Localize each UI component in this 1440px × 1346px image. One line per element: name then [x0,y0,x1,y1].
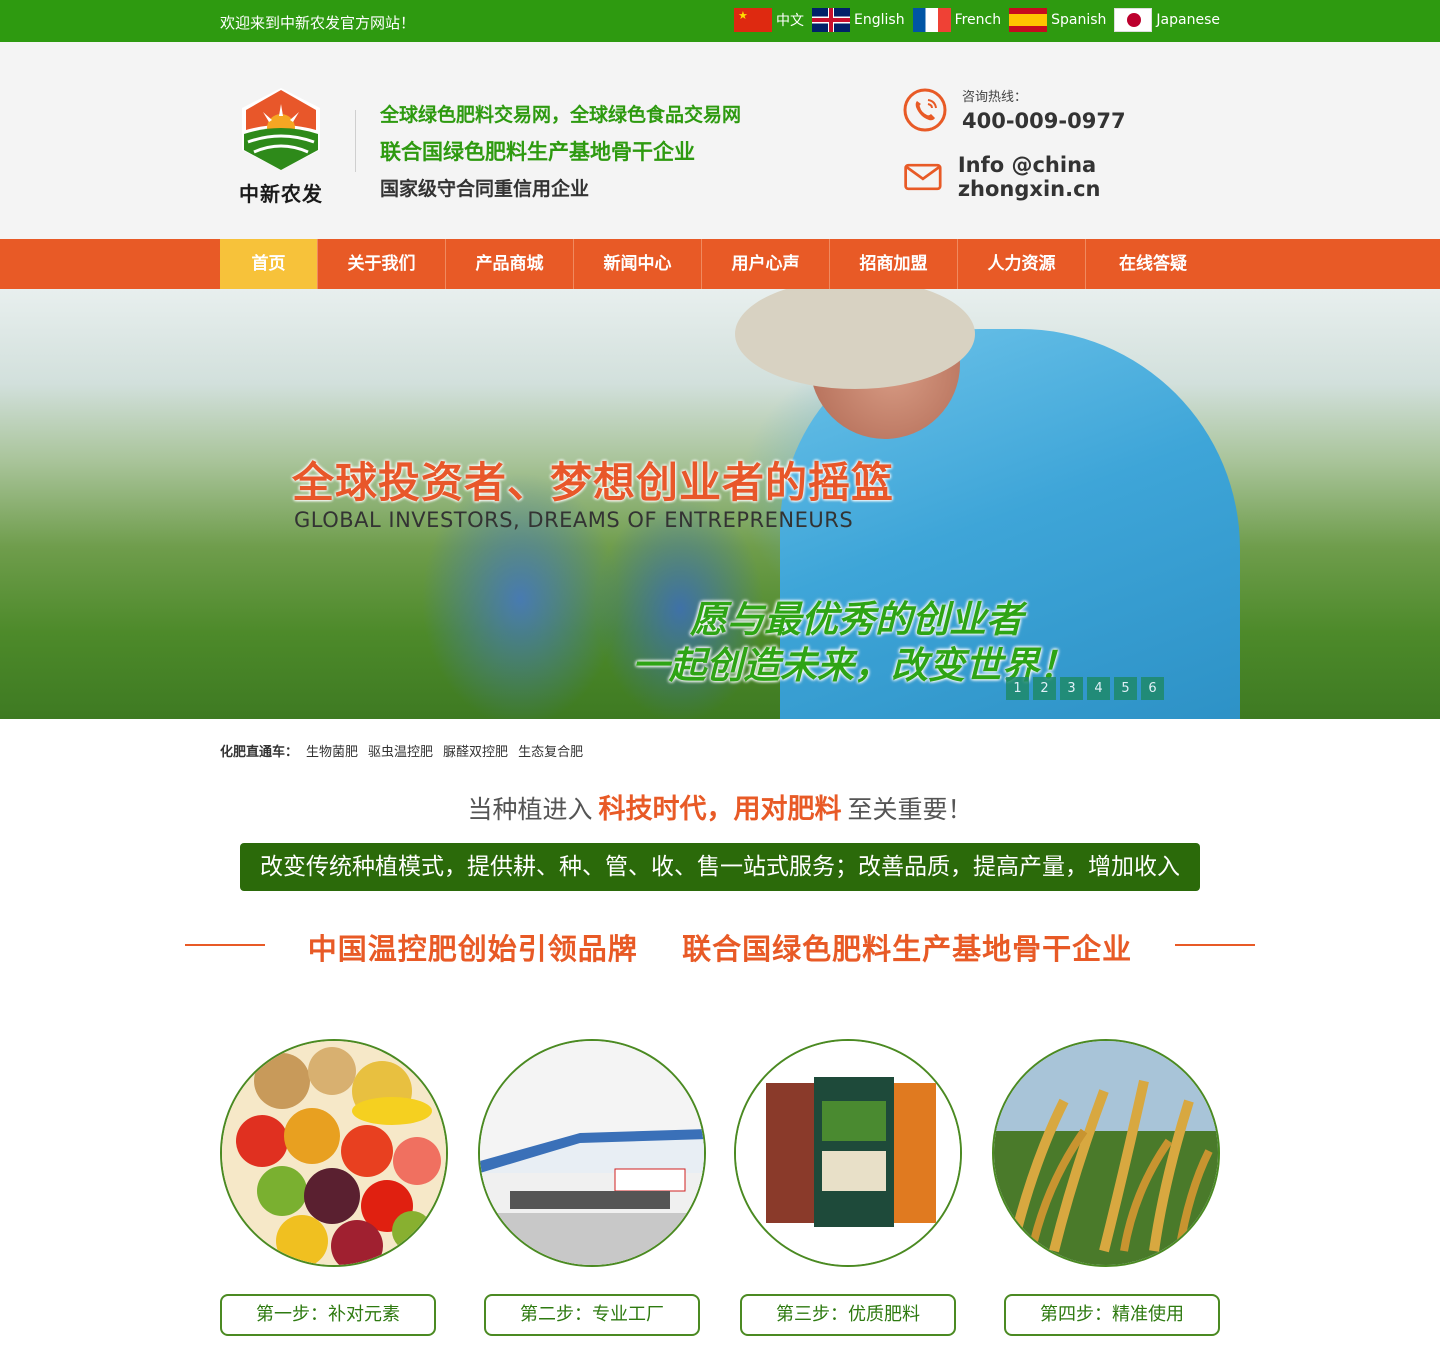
quick-links: 化肥直通车： 生物菌肥 驱虫温控肥 脲醛双控肥 生态复合肥 [0,719,1440,779]
mail-icon [904,163,942,191]
nav-item-products[interactable]: 产品商城 [446,239,574,289]
brand-statement: 中国温控肥创始引领品牌 联合国绿色肥料生产基地骨干企业 [0,924,1440,984]
step-2-button[interactable]: 第二步：专业工厂 [484,1294,700,1336]
steps-section: 第一步：补对元素 第二步：专业工厂 第三步：优质肥料 第四步：精准使用 [0,984,1440,1336]
spain-flag-icon [1009,8,1048,32]
logo-icon [242,88,320,170]
top-bar: 欢迎来到中新农发官方网站！ 中文 English French Spanish … [0,0,1440,42]
email-address[interactable]: Info @china zhongxin.cn [958,153,1220,201]
site-header: 中新农发 全球绿色肥料交易网，全球绿色食品交易网 联合国绿色肥料生产基地骨干企业… [0,42,1440,239]
france-flag-icon [912,8,951,32]
quick-links-label: 化肥直通车： [220,745,299,760]
slogan-2: 联合国绿色肥料生产基地骨干企业 [380,140,695,164]
main-nav: 首页 关于我们 产品商城 新闻中心 用户心声 招商加盟 人力资源 在线答疑 [0,239,1440,289]
hotline-row: 咨询热线： 400-009-0977 [902,86,1220,133]
banner-page-1[interactable]: 1 [1006,677,1029,700]
fruits-vegetables-image [222,1041,446,1265]
step-2-image[interactable] [478,1039,706,1267]
quick-link-insect[interactable]: 驱虫温控肥 [368,741,433,760]
headline-highlight: 科技时代，用对肥料 [598,794,842,825]
lang-label: Spanish [1051,12,1107,28]
quick-link-bio[interactable]: 生物菌肥 [306,741,358,760]
nav-item-hr[interactable]: 人力资源 [958,239,1086,289]
hero-banner[interactable]: 全球投资者、梦想创业者的摇篮 GLOBAL INVESTORS, DREAMS … [0,289,1440,719]
banner-page-2[interactable]: 2 [1033,677,1056,700]
hotline-label: 咨询热线： [962,90,1028,105]
banner-pagination: 1 2 3 4 5 6 [1006,677,1164,700]
uk-flag-icon [812,8,851,32]
rice-field-image [994,1041,1218,1265]
china-flag-icon [734,8,773,32]
nav-item-franchise[interactable]: 招商加盟 [830,239,958,289]
lang-label: Japanese [1156,12,1220,28]
banner-subtitle: GLOBAL INVESTORS, DREAMS OF ENTREPRENEUR… [294,508,854,532]
contact-info: 咨询热线： 400-009-0977 Info @china zhongxin.… [902,86,1220,201]
step-3-image[interactable] [734,1039,962,1267]
section-headline: 当种植进入 科技时代，用对肥料 至关重要！ [0,787,1440,826]
email-row: Info @china zhongxin.cn [902,153,1220,201]
brand-text: 中国温控肥创始引领品牌 联合国绿色肥料生产基地骨干企业 [307,932,1133,966]
step-1-image[interactable] [220,1039,448,1267]
banner-page-6[interactable]: 6 [1141,677,1164,700]
phone-icon [903,88,947,131]
step-1-button[interactable]: 第一步：补对元素 [220,1294,436,1336]
nav-item-news[interactable]: 新闻中心 [574,239,702,289]
lang-label: French [954,12,1002,28]
japan-flag-icon [1114,8,1153,32]
nav-item-testimonials[interactable]: 用户心声 [702,239,830,289]
step-4-image[interactable] [992,1039,1220,1267]
welcome-text: 欢迎来到中新农发官方网站！ [220,14,416,32]
banner-page-3[interactable]: 3 [1060,677,1083,700]
header-slogans: 全球绿色肥料交易网，全球绿色食品交易网 联合国绿色肥料生产基地骨干企业 国家级守… [380,100,741,201]
quick-link-urea[interactable]: 脲醛双控肥 [443,741,508,760]
lang-label: 中文 [776,13,805,29]
divider-right [1175,944,1255,946]
banner-page-4[interactable]: 4 [1087,677,1110,700]
lang-french[interactable]: French [912,8,1002,32]
header-divider [355,110,356,172]
fertilizer-bags-image [736,1041,960,1265]
step-2: 第二步：专业工厂 [478,1039,706,1336]
nav-item-about[interactable]: 关于我们 [318,239,446,289]
banner-page-5[interactable]: 5 [1114,677,1137,700]
logo[interactable]: 中新农发 [236,86,326,207]
step-4-button[interactable]: 第四步：精准使用 [1004,1294,1220,1336]
lang-label: English [854,12,905,28]
factory-image [480,1041,704,1265]
step-3-button[interactable]: 第三步：优质肥料 [740,1294,956,1336]
step-3: 第三步：优质肥料 [734,1039,962,1336]
step-4: 第四步：精准使用 [992,1039,1220,1336]
quick-link-eco[interactable]: 生态复合肥 [518,741,583,760]
nav-item-faq[interactable]: 在线答疑 [1086,239,1220,289]
service-banner: 改变传统种植模式，提供耕、种、管、收、售一站式服务；改善品质，提高产量，增加收入 [240,843,1200,891]
lang-english[interactable]: English [812,8,905,32]
headline-pre: 当种植进入 [467,795,593,824]
language-switcher: 中文 English French Spanish Japanese [734,8,1220,32]
step-1: 第一步：补对元素 [220,1039,448,1336]
hotline-number[interactable]: 400-009-0977 [962,109,1126,133]
slogan-1: 全球绿色肥料交易网，全球绿色食品交易网 [380,104,742,126]
lang-chinese[interactable]: 中文 [734,8,804,32]
logo-name: 中新农发 [239,182,323,206]
headline-post: 至关重要！ [847,795,973,824]
lang-spanish[interactable]: Spanish [1009,8,1106,32]
banner-title: 全球投资者、梦想创业者的摇篮 [292,458,895,507]
nav-item-home[interactable]: 首页 [220,239,318,289]
slogan-3: 国家级守合同重信用企业 [380,178,590,200]
lang-japanese[interactable]: Japanese [1114,8,1220,32]
